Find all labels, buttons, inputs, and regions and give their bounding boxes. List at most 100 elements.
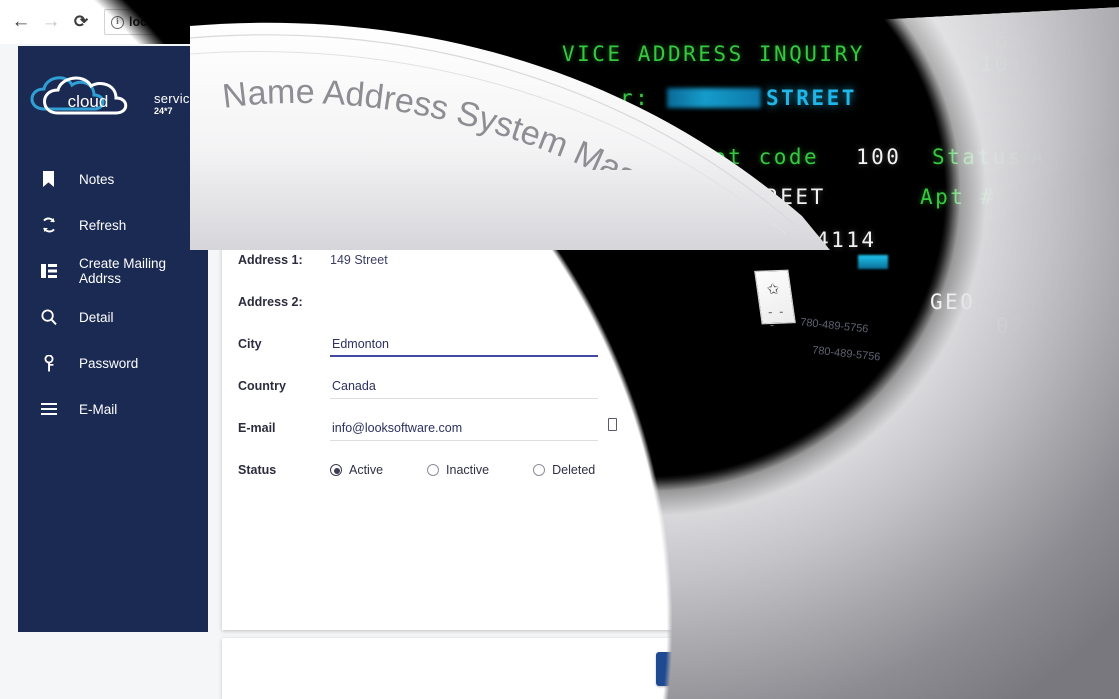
screenshot-root: VICE ADDRESS INQUIRY 6/27/17 10:26:58 r:… xyxy=(0,0,1119,699)
tab-credit[interactable]: Credit xyxy=(399,134,432,153)
web-application-page: cloud services 24*7 Notes Refresh Create… xyxy=(0,44,1085,699)
cellular-input[interactable] xyxy=(782,374,982,397)
prov-state-code: AB xyxy=(782,444,828,461)
tab-additional-info[interactable]: Additional Info xyxy=(300,134,379,153)
value-number: 105701 xyxy=(330,169,372,183)
value-name: Aarion MacKalski Co xyxy=(330,211,447,225)
sidebar-item-label-create-mailing-address: Create Mailing Addrss xyxy=(79,256,167,286)
forward-icon[interactable]: → xyxy=(38,9,64,35)
field-row-city: City xyxy=(238,334,628,376)
key-icon xyxy=(40,354,57,372)
list-icon xyxy=(40,264,57,278)
radio-dot-active xyxy=(330,464,342,476)
mail-icon[interactable] xyxy=(608,418,617,431)
label-postal: Postal/Zip code xyxy=(670,487,763,501)
value-address1: 149 Street xyxy=(330,253,388,267)
sidebar-item-email[interactable]: E-Mail xyxy=(18,386,208,432)
exit-button[interactable]: ‹ EXIT xyxy=(656,652,756,686)
radio-status-deleted[interactable]: Deleted xyxy=(533,463,595,477)
tab-nsf-history[interactable]: NSF History xyxy=(564,134,631,153)
field-row-status: Status Active Inactive Deleted xyxy=(238,460,628,502)
sidebar-item-password[interactable]: Password xyxy=(18,340,208,386)
exit-button-label: EXIT xyxy=(697,661,727,677)
form-column-left: Number 105701 Name: Aarion MacKalski Co … xyxy=(238,166,628,502)
bookmark-icon xyxy=(40,171,57,187)
header-city: Edmonton xyxy=(308,95,373,110)
field-row-address2: Address 2: xyxy=(238,292,628,334)
radio-label-active: Active xyxy=(349,463,384,477)
field-row-number: Number 105701 xyxy=(238,166,628,208)
svg-text:cloud: cloud xyxy=(68,92,109,111)
field-row-email: E-mail xyxy=(238,418,628,460)
hamburger-icon xyxy=(40,403,57,415)
tab-payment-history[interactable]: Payment History xyxy=(452,134,544,153)
chevron-down-icon[interactable] xyxy=(837,448,849,457)
browser-chrome: ← → ⟳ i localhost/lookserver10.1demo/ xyxy=(0,0,640,44)
label-name: Name: xyxy=(238,211,277,225)
label-address1: Address 1: xyxy=(238,253,303,267)
label-country: Country xyxy=(238,379,286,393)
label-phone: Phone # xyxy=(670,293,719,307)
city-input[interactable] xyxy=(330,334,598,357)
field-row-cellular: Cellular xyxy=(670,374,1010,416)
tab-cross-reference[interactable]: Cross-Reference xyxy=(759,134,853,153)
phone-input[interactable] xyxy=(782,290,982,313)
prov-state-name: Alberta xyxy=(858,445,898,460)
chevron-left-icon: ‹ xyxy=(685,661,691,677)
label-work: Work xyxy=(670,335,702,349)
field-row-postal: Postal/Zip code xyxy=(670,484,1010,526)
work-phone-input[interactable] xyxy=(782,332,982,355)
field-row-address1: Address 1: 149 Street xyxy=(238,250,628,292)
sidebar-item-notes[interactable]: Notes xyxy=(18,156,208,202)
ok-button[interactable]: OK › xyxy=(876,652,976,686)
radio-label-deleted: Deleted xyxy=(552,463,596,477)
sidebar-item-label-notes: Notes xyxy=(79,171,115,187)
sidebar-nav-list: Notes Refresh Create Mailing Addrss Deta… xyxy=(18,156,208,432)
field-row-name: Name: Aarion MacKalski Co xyxy=(238,208,628,250)
postal-code-input[interactable] xyxy=(782,484,922,507)
prov-state-dropdown[interactable]: AB Alberta xyxy=(782,442,898,461)
status-radio-group: Active Inactive Deleted xyxy=(330,460,595,477)
address-bar[interactable]: i localhost/lookserver10.1demo/ xyxy=(104,9,336,35)
back-icon[interactable]: ← xyxy=(8,9,34,35)
radio-label-inactive: Inactive xyxy=(446,463,490,477)
close-icon: ✖ xyxy=(810,661,822,676)
action-button-bar: ‹ EXIT ✖ OK › xyxy=(222,638,1022,699)
tab-address[interactable]: Address xyxy=(234,132,280,153)
label-number: Number xyxy=(238,169,286,183)
cloud-services-logo: cloud services 24*7 xyxy=(18,46,208,142)
url-text: localhost/lookserver10.1demo/ xyxy=(129,15,304,29)
sidebar-item-label-refresh: Refresh xyxy=(79,217,127,233)
label-city: City xyxy=(238,337,262,351)
reload-icon[interactable]: ⟳ xyxy=(68,9,94,35)
record-card: Aarion MacKalski Co 149 Street Edmonton … xyxy=(222,46,1022,630)
field-row-work: Work xyxy=(670,332,1010,374)
card-header: Aarion MacKalski Co 149 Street Edmonton … xyxy=(222,46,1022,124)
form-body: Number 105701 Name: Aarion MacKalski Co … xyxy=(222,154,1022,628)
logo-services-text: services xyxy=(153,91,205,106)
sidebar-item-detail[interactable]: Detail xyxy=(18,294,208,340)
site-info-icon[interactable]: i xyxy=(111,15,124,29)
header-address: 149 Street xyxy=(308,77,371,92)
sidebar-item-refresh[interactable]: Refresh xyxy=(18,202,208,248)
header-record-number: 105701 xyxy=(681,77,723,97)
magnifier-icon xyxy=(40,309,57,325)
card-header-text: Aarion MacKalski Co 149 Street Edmonton xyxy=(308,58,437,112)
radio-status-active[interactable]: Active xyxy=(330,463,383,477)
label-prov-state: Prov/State xyxy=(670,445,732,459)
label-address2: Address 2: xyxy=(238,295,303,309)
sidebar-item-label-password: Password xyxy=(79,355,139,371)
cancel-button[interactable]: ✖ xyxy=(768,652,864,686)
country-input[interactable] xyxy=(330,376,598,399)
label-cellular: Cellular xyxy=(670,377,716,391)
refresh-icon xyxy=(40,217,57,233)
sidebar-item-create-mailing-address[interactable]: Create Mailing Addrss xyxy=(18,248,208,294)
radio-status-inactive[interactable]: Inactive xyxy=(427,463,489,477)
avatar xyxy=(241,61,289,109)
radio-dot-inactive xyxy=(427,464,440,476)
url-path: /lookserver10.1demo/ xyxy=(183,15,305,29)
tab-writeoff-history[interactable]: WriteOff History xyxy=(652,134,740,153)
email-input[interactable] xyxy=(330,418,598,441)
header-name: Aarion MacKalski Co xyxy=(308,59,438,74)
header-contact-block: 780-489-5756 780-489-5756 info@looksoft xyxy=(858,63,929,115)
